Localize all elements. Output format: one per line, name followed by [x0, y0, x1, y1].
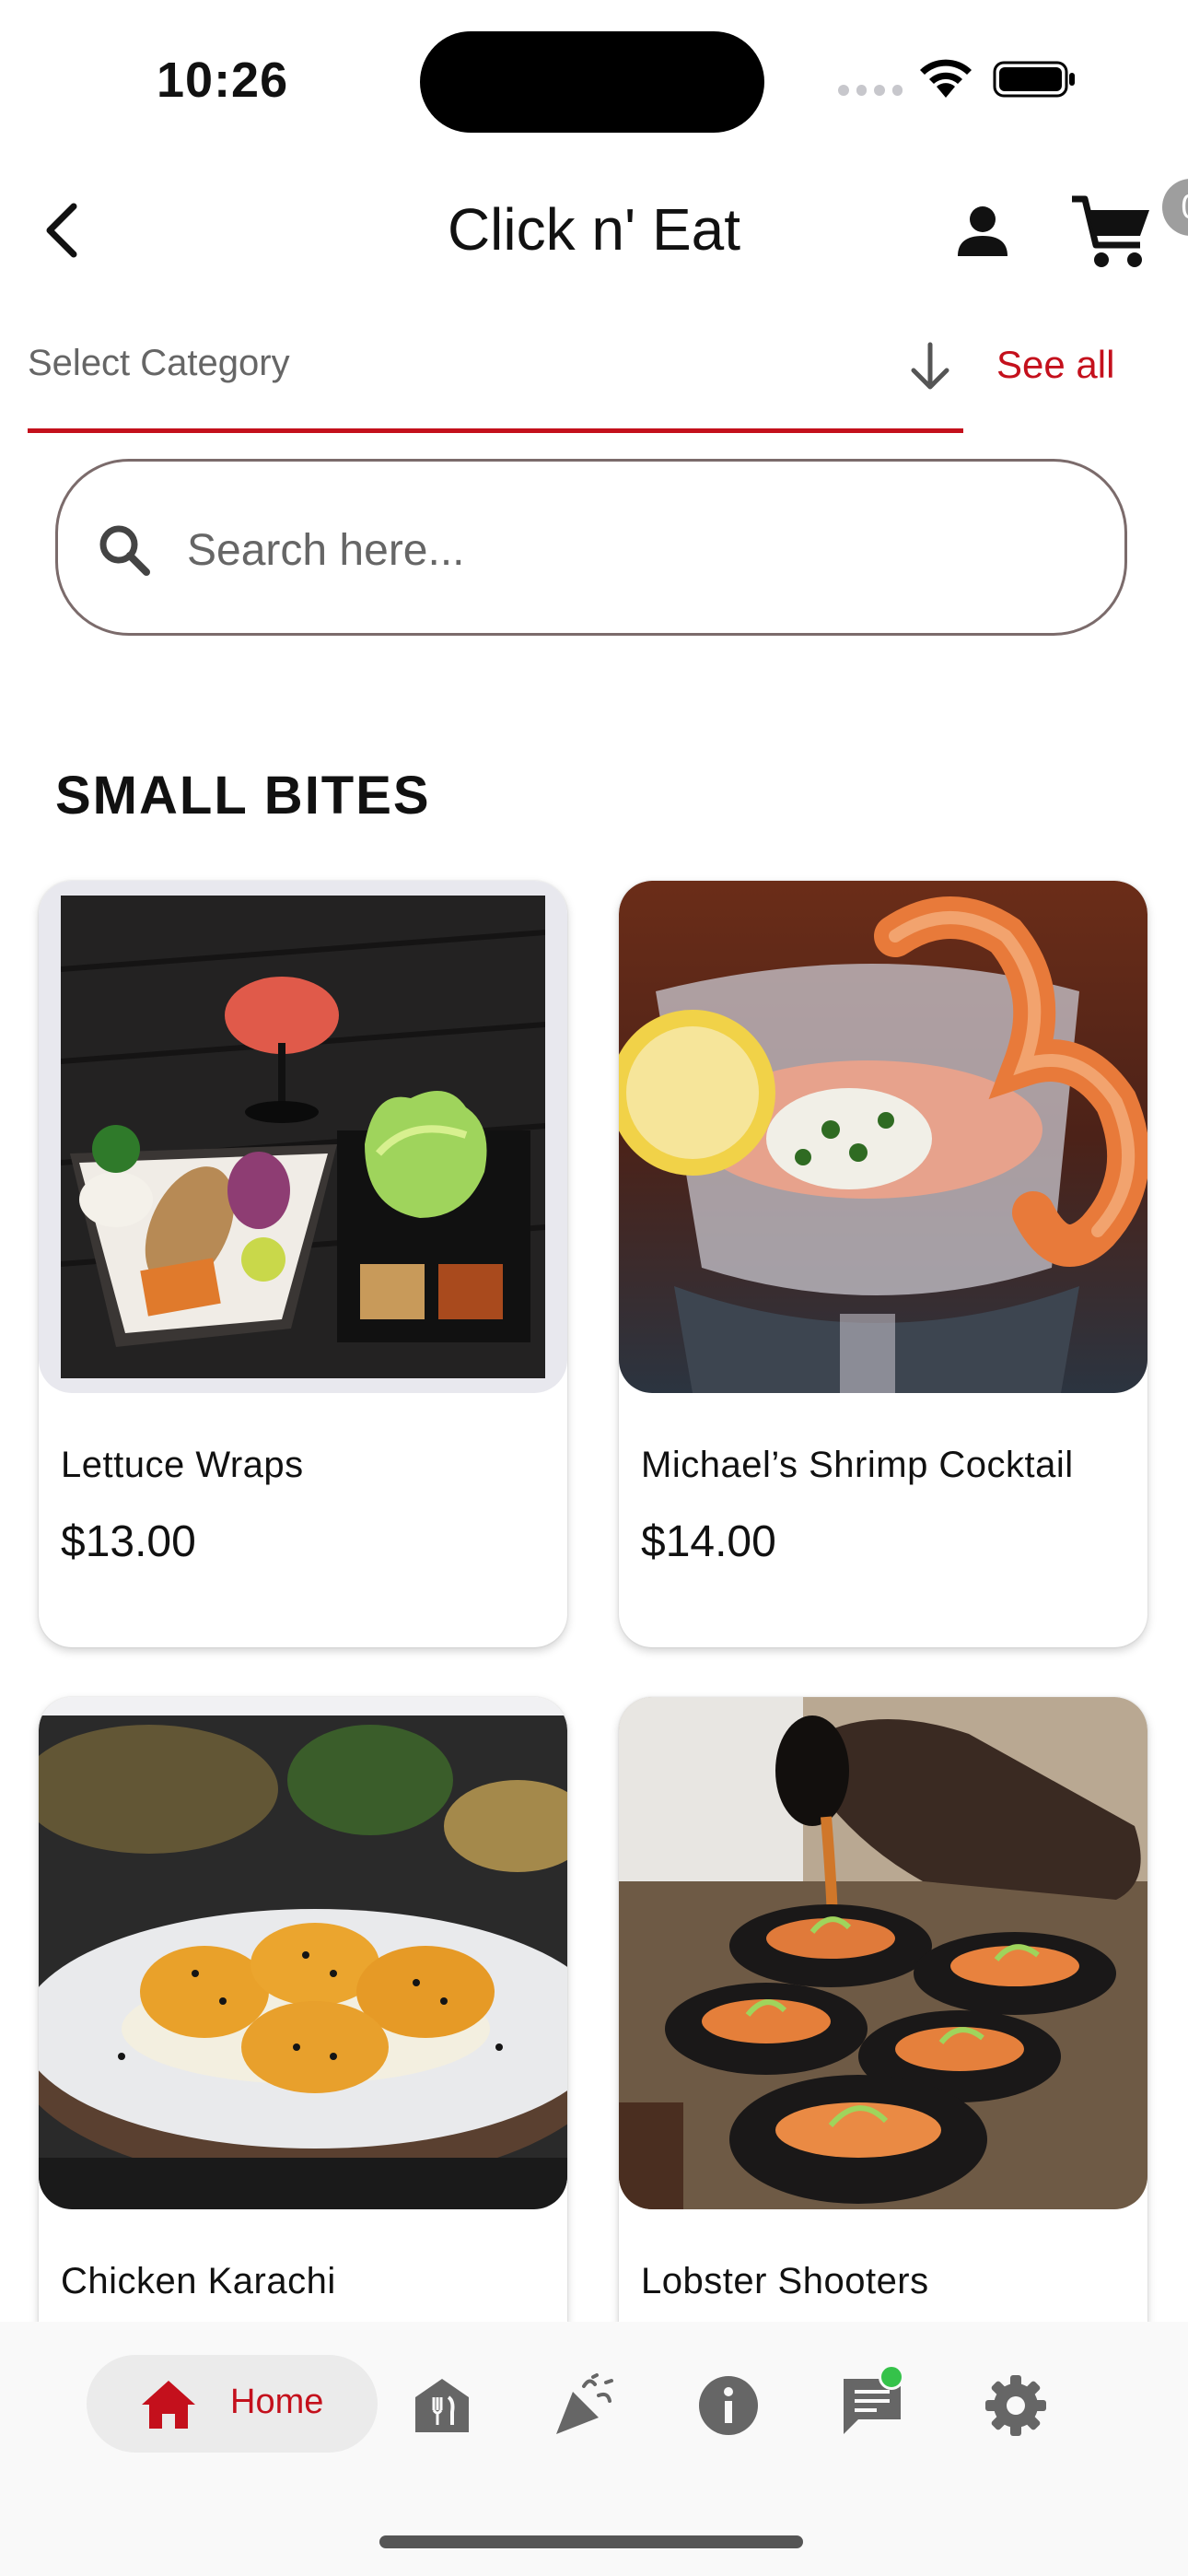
- menu-item-price: $14.00: [641, 1517, 776, 1566]
- search-icon: [99, 525, 150, 576]
- menu-item-image: [619, 881, 1147, 1393]
- menu-item-name: Lobster Shooters: [641, 2261, 929, 2301]
- home-indicator[interactable]: [379, 2535, 803, 2548]
- section-title: SMALL BITES: [55, 766, 431, 825]
- menu-item-image: [39, 881, 567, 1393]
- info-icon[interactable]: [696, 2373, 761, 2438]
- category-label: Select Category: [28, 343, 290, 383]
- nav-home[interactable]: Home: [87, 2355, 378, 2453]
- profile-icon[interactable]: [950, 199, 1015, 263]
- menu-item-name: Chicken Karachi: [61, 2261, 336, 2301]
- menu-icon[interactable]: [410, 2373, 474, 2438]
- search-bar[interactable]: [55, 459, 1127, 636]
- dynamic-island: [420, 31, 764, 133]
- battery-icon: [993, 61, 1075, 98]
- status-time: 10:26: [157, 53, 289, 108]
- see-all-link[interactable]: See all: [996, 343, 1114, 387]
- settings-icon[interactable]: [984, 2373, 1048, 2438]
- cart-icon[interactable]: [1068, 190, 1157, 273]
- menu-item-name: Michael’s Shrimp Cocktail: [641, 1445, 1074, 1485]
- search-input[interactable]: [187, 513, 1016, 587]
- home-icon: [142, 2381, 195, 2429]
- app-header: Click n' Eat: [0, 157, 1188, 304]
- category-select[interactable]: Select Category: [28, 322, 963, 433]
- cellular-signal-icon: [838, 85, 903, 96]
- menu-item-card[interactable]: Michael’s Shrimp Cocktail $14.00: [619, 881, 1147, 1647]
- menu-item-price: $13.00: [61, 1517, 196, 1566]
- party-icon[interactable]: [553, 2373, 617, 2438]
- nav-home-label: Home: [230, 2383, 324, 2421]
- menu-item-image: [619, 1697, 1147, 2209]
- menu-item-name: Lettuce Wraps: [61, 1445, 304, 1485]
- status-bar: 10:26: [0, 0, 1188, 157]
- chat-notification-dot: [879, 2364, 904, 2390]
- menu-item-image: [39, 1697, 567, 2209]
- arrow-down-icon: [911, 342, 949, 390]
- wifi-icon: [920, 59, 972, 98]
- menu-item-card[interactable]: Lettuce Wraps $13.00: [39, 881, 567, 1647]
